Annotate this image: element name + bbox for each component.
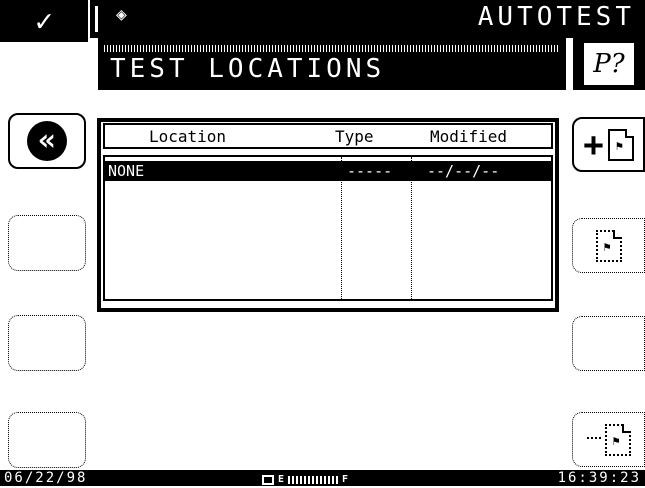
column-header-modified[interactable]: Modified xyxy=(430,127,507,146)
column-header-location[interactable]: Location xyxy=(149,127,226,146)
plus-icon: + xyxy=(583,124,604,165)
help-icon: P? xyxy=(584,43,634,85)
status-bar: 06/22/98 E F 16:39:23 xyxy=(0,470,645,486)
location-cell: NONE xyxy=(108,162,145,180)
table-header: Location Type Modified xyxy=(103,123,553,149)
add-location-button[interactable]: + ⚑ xyxy=(572,117,645,172)
help-button[interactable]: P? xyxy=(573,38,645,90)
ok-button[interactable]: ✓ xyxy=(0,0,88,44)
diamond-icon: ◈ xyxy=(116,4,127,25)
edit-document-icon: ⚑ xyxy=(595,229,622,262)
table-row[interactable]: NONE ----- --/--/-- xyxy=(105,161,551,181)
soft-key-left-2[interactable] xyxy=(8,215,86,271)
minus-icon xyxy=(586,437,601,442)
table-body: NONE ----- --/--/-- xyxy=(103,155,553,301)
edit-location-button[interactable]: ⚑ xyxy=(572,218,645,273)
battery-gauge xyxy=(288,476,339,484)
soft-key-left-3[interactable] xyxy=(8,315,86,371)
remove-location-button[interactable]: ⚑ xyxy=(572,412,645,467)
double-chevron-left-icon: « xyxy=(27,121,67,161)
title-hatch xyxy=(104,45,560,52)
soft-key-left-4[interactable] xyxy=(8,412,86,468)
status-time: 16:39:23 xyxy=(557,470,641,486)
header-divider xyxy=(95,6,98,32)
back-button[interactable]: « xyxy=(8,113,86,169)
modified-cell: --/--/-- xyxy=(427,162,500,180)
add-document-icon: ⚑ xyxy=(607,128,634,161)
battery-icon xyxy=(262,475,274,485)
screen-title: TEST LOCATIONS xyxy=(110,54,386,84)
app-title: AUTOTEST xyxy=(477,2,635,32)
soft-key-right-3[interactable] xyxy=(572,316,645,371)
type-cell: ----- xyxy=(347,162,393,180)
remove-document-icon: ⚑ xyxy=(604,423,631,456)
check-icon: ✓ xyxy=(34,3,54,39)
status-date: 06/22/98 xyxy=(4,470,88,486)
column-header-type[interactable]: Type xyxy=(335,127,374,146)
